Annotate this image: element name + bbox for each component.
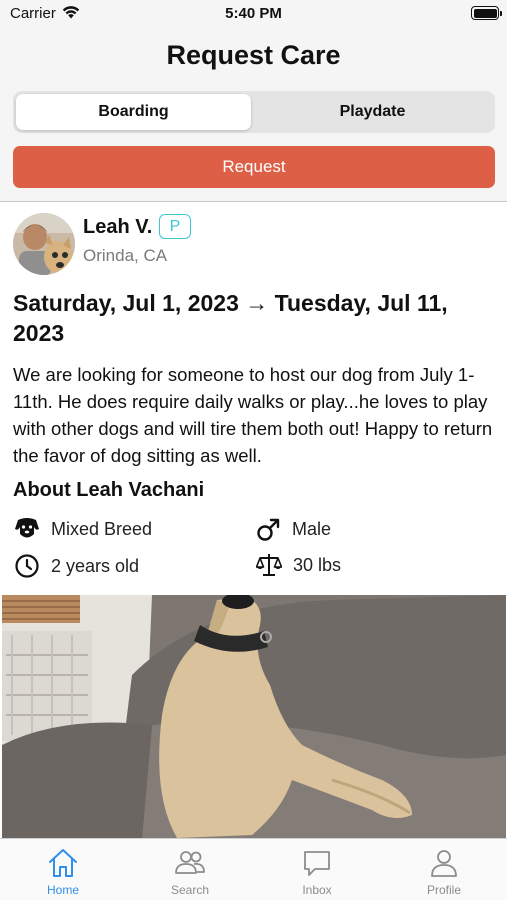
scale-icon [256,554,282,576]
person-icon [431,850,457,877]
tab-inbox[interactable]: Inbox [254,847,380,897]
tab-bar: Home Search Inbox Profile [0,838,507,900]
page-title: Request Care [166,40,341,70]
breed-value: Mixed Breed [51,518,153,539]
status-bar: Carrier 5:40 PM [0,0,507,30]
people-icon [175,851,205,874]
tab-profile-label: Profile [426,883,461,897]
tab-search[interactable]: Search [127,847,253,897]
age-attribute: 2 years old [14,553,139,579]
owner-location: Orinda, CA [83,246,168,265]
segment-playdate[interactable]: Playdate [255,94,490,130]
avatar[interactable] [13,213,75,275]
clock-icon [15,554,39,578]
age-value: 2 years old [51,555,140,576]
battery-icon [471,6,502,20]
date-range: Saturday, Jul 1, 2023 → Tuesday, Jul 11,… [13,290,448,346]
chat-bubble-icon [304,851,330,876]
dog-photo [2,595,506,838]
about-heading: About Leah Vachani [13,479,205,501]
weight-value: 30 lbs [293,554,342,575]
gender-value: Male [292,519,332,539]
home-icon [49,849,77,877]
tab-home[interactable]: Home [0,847,126,897]
breed-attribute: Mixed Breed [14,517,152,541]
dog-face-icon [15,518,39,538]
gender-attribute: Male [256,517,331,542]
tab-profile[interactable]: Profile [381,847,507,897]
premium-badge: P [159,214,191,239]
tab-search-label: Search [170,883,210,897]
segment-boarding[interactable]: Boarding [16,94,251,130]
weight-attribute: 30 lbs [256,553,341,577]
request-description: We are looking for someone to host our d… [13,364,493,466]
tab-inbox-label: Inbox [302,883,332,897]
request-button[interactable]: Request [13,146,495,188]
clock: 5:40 PM [225,5,282,22]
male-icon [257,518,280,541]
header: Request Care Boarding Playdate Request [0,30,507,202]
care-type-segmented-control: Boarding Playdate [13,91,495,133]
owner-name: Leah V. [83,216,153,238]
tab-home-label: Home [46,883,79,897]
